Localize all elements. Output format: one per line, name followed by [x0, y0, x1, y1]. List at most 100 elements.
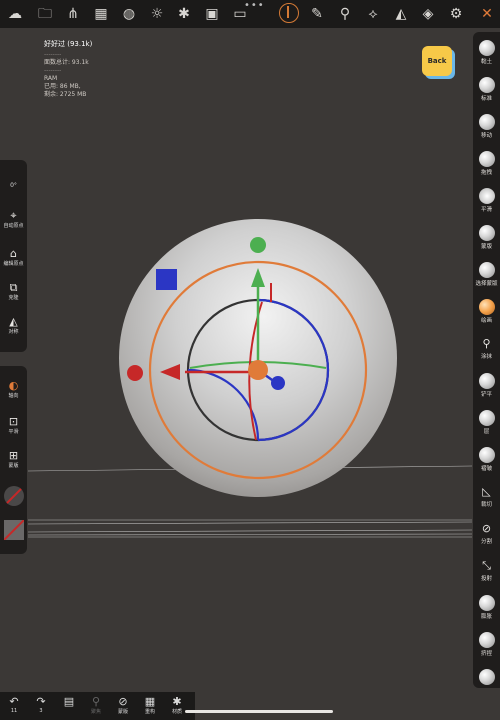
crosshair-icon: ⌖: [10, 209, 17, 222]
standard-icon: [478, 77, 495, 93]
total-faces: 面数总计: 93.1k: [44, 59, 89, 66]
material-ball-icon: ✱: [172, 695, 182, 708]
edit-pivot-label: 编辑原点: [3, 261, 24, 267]
brush-standard[interactable]: 标准: [473, 77, 500, 102]
brush-label: 涂抹: [480, 354, 492, 360]
plane-handle: [156, 269, 177, 290]
flatten-icon: [478, 373, 495, 389]
remesh-button[interactable]: ▦ 重构: [138, 695, 162, 715]
mirror-label: 对称: [8, 329, 19, 335]
brush-select-mask[interactable]: 选择蒙版: [473, 262, 500, 287]
brush-label: 铲平: [480, 392, 492, 398]
ram-free: 剩余: 2725 MB: [44, 91, 87, 98]
brush-label: 拖拽: [480, 170, 492, 176]
intensity-slider[interactable]: [4, 520, 24, 540]
mask-label: 蒙版: [8, 463, 19, 469]
brush-drag[interactable]: 拖拽: [473, 151, 500, 176]
brush-label: 分割: [480, 539, 492, 545]
brush-smudge[interactable]: ⚲ 涂抹: [473, 336, 500, 360]
brush-label: 层: [483, 429, 490, 435]
brush-label: 褶皱: [480, 466, 492, 472]
drag-icon: [478, 151, 495, 167]
clone-button[interactable]: ⧉ 克隆: [0, 282, 27, 302]
smooth-icon: ⊡: [8, 415, 19, 428]
stack-icon: ▤: [63, 695, 75, 708]
focus-label: 聚焦: [90, 709, 101, 715]
brush-trim[interactable]: ◺ 裁切: [473, 484, 500, 508]
undo-button[interactable]: ↶ 11: [2, 695, 26, 714]
brush-label: 挤捏: [480, 651, 492, 657]
trim-icon: ◺: [482, 485, 491, 498]
ram-label: RAM: [44, 75, 58, 82]
undo-count: 11: [10, 708, 18, 714]
mask-icon: ⊞: [8, 449, 19, 462]
pinch-icon: [478, 632, 495, 648]
redo-icon: ↷: [36, 695, 46, 708]
brush-mask[interactable]: 蒙版: [473, 225, 500, 250]
auto-pivot-button[interactable]: ⌖ 自动原点: [0, 209, 27, 230]
redo-count: 3: [39, 708, 43, 714]
move-icon: [478, 114, 495, 130]
back-button[interactable]: Back: [422, 46, 452, 76]
mask-button[interactable]: ⊞ 蒙版: [0, 449, 27, 470]
mesh-title: 好好过 (93.1k): [44, 40, 93, 48]
mask-brush-icon: [478, 225, 495, 241]
grid-icon: ▦: [144, 695, 156, 708]
brush-project[interactable]: ⤡ 投射: [473, 558, 500, 582]
mask-toggle-button[interactable]: ⊘ 蒙版: [111, 695, 135, 715]
home-indicator[interactable]: [185, 710, 333, 713]
mask-toggle-label: 蒙版: [117, 709, 128, 715]
brush-label: 绘画: [480, 318, 492, 324]
lock-icon: ⌂: [10, 247, 17, 260]
crease-icon: [478, 447, 495, 463]
mirror-button[interactable]: ◭ 对称: [0, 315, 27, 336]
brush-pinch[interactable]: 挤捏: [473, 632, 500, 657]
drop-icon: ◐: [8, 379, 19, 392]
eye-off-icon: ⊘: [118, 695, 128, 708]
brush-smooth[interactable]: 平滑: [473, 188, 500, 213]
clone-label: 克隆: [8, 295, 19, 301]
bottom-toolbar: ↶ 11 ↷ 3 ▤ ⚲ 聚焦 ⊘ 蒙版 ▦ 重构 ✱ 材质: [0, 692, 195, 720]
history-button[interactable]: ▤: [57, 695, 81, 708]
brush-paint[interactable]: 绘画: [473, 299, 500, 324]
brush-more[interactable]: [473, 669, 500, 686]
brush-label: 投射: [480, 576, 492, 582]
brush-label: 膨胀: [480, 614, 492, 620]
scene-stats: 好好过 (93.1k) -------- 面数总计: 93.1k -------…: [44, 40, 92, 99]
angle-readout[interactable]: 0°: [0, 182, 27, 189]
left-tool-panel-bottom: ◐ 轴向 ⊡ 平滑 ⊞ 蒙版: [0, 366, 27, 554]
brush-crease[interactable]: 褶皱: [473, 447, 500, 472]
smooth-brush-icon: [478, 188, 495, 204]
stats-separator: --------: [44, 51, 62, 58]
brush-label: 移动: [480, 133, 492, 139]
brush-move[interactable]: 移动: [473, 114, 500, 139]
smooth-label: 平滑: [8, 429, 19, 435]
axis-button[interactable]: ◐ 轴向: [0, 379, 27, 400]
brush-split[interactable]: ⊘ 分割: [473, 521, 500, 545]
brush-label: 裁切: [480, 502, 492, 508]
paint-icon: [478, 299, 495, 315]
magnifier-icon: ⚲: [91, 695, 101, 708]
brush-inflate[interactable]: 膨胀: [473, 595, 500, 620]
brush-flatten[interactable]: 铲平: [473, 373, 500, 398]
stats-separator: --------: [44, 67, 62, 74]
edit-pivot-button[interactable]: ⌂ 编辑原点: [0, 247, 27, 268]
scene-canvas[interactable]: [0, 0, 500, 720]
brush-label: 平滑: [480, 207, 492, 213]
split-icon: ⊘: [481, 522, 492, 535]
layer-icon: [478, 410, 495, 426]
smooth-button[interactable]: ⊡ 平滑: [0, 415, 27, 436]
axis-label: 轴向: [8, 393, 19, 399]
mirror-icon: ◭: [9, 315, 18, 328]
radius-slider[interactable]: [4, 486, 24, 506]
smudge-icon: ⚲: [482, 337, 491, 350]
brush-clay[interactable]: 黏土: [473, 40, 500, 65]
brush-label: 黏土: [480, 59, 492, 65]
material-label: 材质: [171, 709, 182, 715]
auto-pivot-label: 自动原点: [3, 223, 24, 229]
brush-layer[interactable]: 层: [473, 410, 500, 435]
brush-label: 蒙版: [480, 244, 492, 250]
focus-button[interactable]: ⚲ 聚焦: [84, 695, 108, 715]
redo-button[interactable]: ↷ 3: [29, 695, 53, 714]
more-brush-icon: [478, 669, 495, 685]
